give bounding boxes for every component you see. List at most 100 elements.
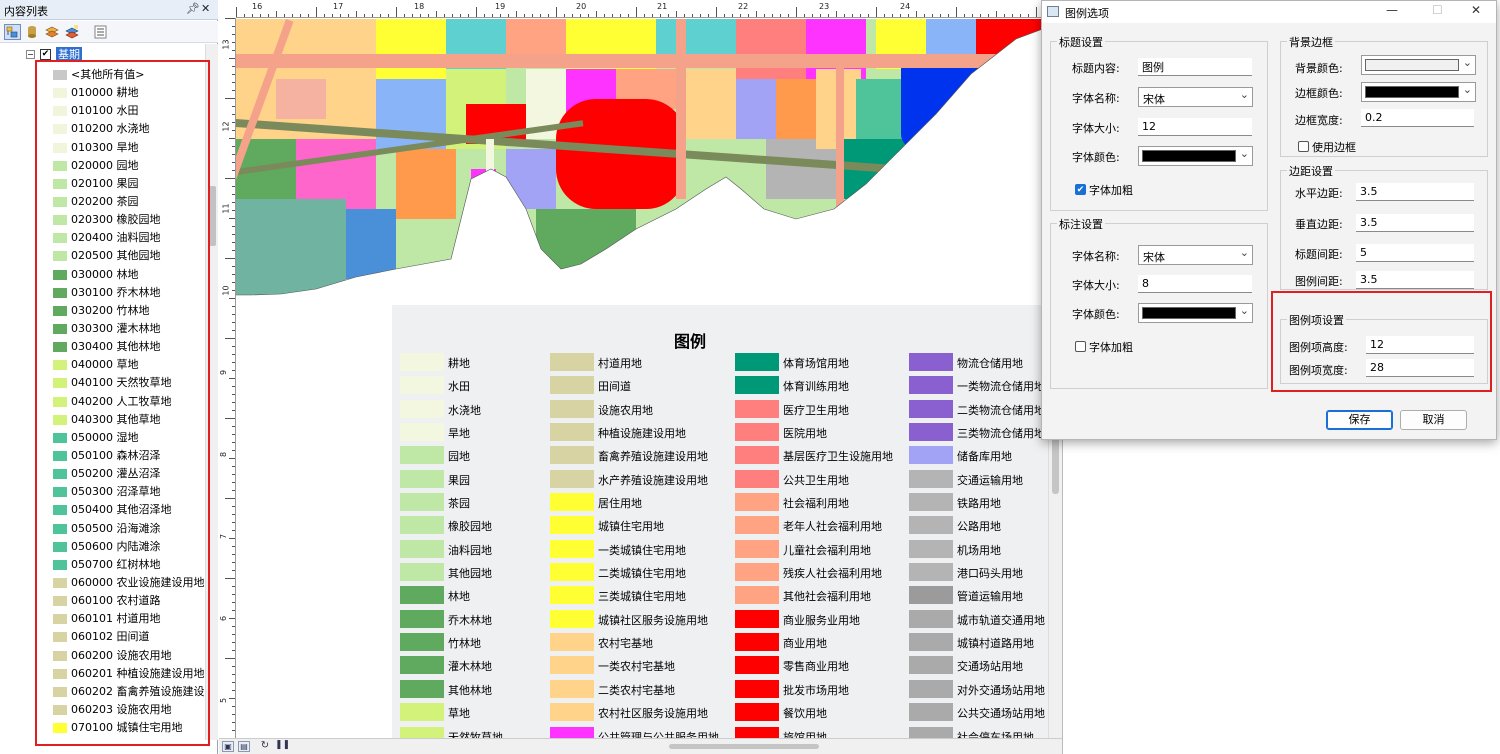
color-swatch[interactable] [53, 577, 67, 588]
title-font-name-select[interactable]: 宋体 ⌄ [1138, 87, 1253, 107]
legend-class-item[interactable]: 050200 灌丛沼泽 [52, 465, 204, 483]
layout-view-button[interactable]: ▤ [238, 741, 250, 752]
border-width-input[interactable] [1361, 109, 1474, 127]
pause-icon[interactable]: ❚❚ [275, 741, 290, 752]
item-width-input[interactable] [1366, 359, 1474, 377]
legend-class-item[interactable]: 060101 村道用地 [52, 610, 204, 628]
maximize-icon[interactable]: ☐ [1432, 3, 1443, 17]
use-border-checkbox[interactable] [1298, 141, 1309, 152]
legend-class-item[interactable]: 050400 其他沼泽地 [52, 501, 204, 519]
pin-icon[interactable]: 📌︎ [186, 2, 200, 15]
color-swatch[interactable] [53, 160, 67, 171]
label-bold-checkbox[interactable] [1075, 341, 1086, 352]
color-swatch[interactable] [53, 541, 67, 552]
close-icon[interactable]: ✕ [1471, 3, 1481, 17]
color-swatch[interactable] [53, 342, 67, 353]
legend-class-item[interactable]: 030400 其他林地 [52, 338, 204, 356]
legend-class-item[interactable]: 030100 乔木林地 [52, 284, 204, 302]
color-swatch[interactable] [53, 396, 67, 407]
v-margin-input[interactable] [1356, 214, 1474, 232]
color-swatch[interactable] [53, 650, 67, 661]
border-color-picker[interactable]: ⌄ [1361, 82, 1476, 102]
color-swatch[interactable] [53, 178, 67, 189]
item-height-input[interactable] [1366, 336, 1474, 354]
minimize-icon[interactable]: — [1386, 3, 1398, 17]
legend-class-item[interactable]: 020400 油料园地 [52, 229, 204, 247]
toc-scrollbar[interactable] [205, 44, 218, 740]
legend-class-item[interactable]: 020300 橡胶园地 [52, 211, 204, 229]
legend-class-item[interactable]: 040100 天然牧草地 [52, 374, 204, 392]
legend-class-item[interactable]: 060200 设施农用地 [52, 647, 204, 665]
list-by-visibility-button[interactable] [44, 24, 61, 40]
legend-class-item[interactable]: 060202 畜禽养殖设施建设 [52, 683, 205, 701]
legend-class-item[interactable]: 040200 人工牧草地 [52, 393, 204, 411]
color-swatch[interactable] [53, 686, 67, 697]
legend-class-item[interactable]: 060100 农村道路 [52, 592, 204, 610]
layer-name[interactable]: 基期 [56, 47, 82, 62]
color-swatch[interactable] [53, 305, 67, 316]
color-swatch[interactable] [53, 723, 67, 734]
toc-scroll-thumb[interactable] [208, 186, 216, 246]
legend-class-item[interactable]: 060203 设施农用地 [52, 701, 204, 719]
title-font-color-picker[interactable]: ⌄ [1138, 146, 1253, 166]
color-swatch[interactable] [53, 269, 67, 280]
legend-class-item[interactable]: 020200 茶园 [52, 193, 204, 211]
color-swatch[interactable] [53, 487, 67, 498]
legend-class-item[interactable]: 050300 沼泽草地 [52, 483, 204, 501]
legend-class-item[interactable]: 040300 其他草地 [52, 411, 204, 429]
color-swatch[interactable] [53, 323, 67, 334]
title-font-size-input[interactable] [1138, 118, 1252, 136]
color-swatch[interactable] [53, 124, 67, 135]
legend-class-item[interactable]: 050500 沿海滩涂 [52, 520, 204, 538]
color-swatch[interactable] [53, 88, 67, 99]
legend-class-item[interactable]: 020100 果园 [52, 175, 204, 193]
legend-class-item[interactable]: 060201 种植设施建设用地 [52, 665, 205, 683]
label-font-size-input[interactable] [1138, 275, 1252, 293]
color-swatch[interactable] [53, 668, 67, 679]
map-legend[interactable]: 图例 耕地 水田 水浇地 旱地 园地 果园 茶园 橡胶园地 油料园地 其他园地 林地 乔木林地 竹林地灌… [392, 305, 1048, 738]
legend-class-item[interactable]: 020000 园地 [52, 157, 204, 175]
collapse-icon[interactable]: − [26, 50, 35, 59]
color-swatch[interactable] [53, 450, 67, 461]
color-swatch[interactable] [53, 559, 67, 570]
legend-class-item[interactable]: 010100 水田 [52, 102, 204, 120]
legend-class-item[interactable]: 030300 灌木林地 [52, 320, 204, 338]
list-by-drawing-order-button[interactable] [4, 24, 21, 40]
legend-class-item[interactable]: 050100 森林沼泽 [52, 447, 204, 465]
legend-class-item[interactable]: 070100 城镇住宅用地 [52, 719, 204, 737]
legend-class-item[interactable]: 060102 田间道 [52, 628, 204, 646]
legend-class-item[interactable]: 030200 竹林地 [52, 302, 204, 320]
title-bold-checkbox[interactable]: ✔ [1075, 184, 1086, 195]
color-swatch[interactable] [53, 704, 67, 715]
data-view-button[interactable]: ▣ [222, 741, 234, 752]
color-swatch[interactable] [53, 233, 67, 244]
color-swatch[interactable] [53, 632, 67, 643]
title-gap-input[interactable] [1356, 244, 1474, 262]
legend-class-item[interactable]: 050000 湿地 [52, 429, 204, 447]
color-swatch[interactable] [53, 596, 67, 607]
color-swatch[interactable] [53, 106, 67, 117]
legend-class-item[interactable]: 010000 耕地 [52, 84, 204, 102]
legend-class-item[interactable]: 030000 林地 [52, 266, 204, 284]
close-icon[interactable]: ✕ [201, 2, 210, 15]
color-swatch[interactable] [53, 287, 67, 298]
color-swatch[interactable] [53, 215, 67, 226]
item-gap-input[interactable] [1356, 271, 1474, 289]
label-font-name-select[interactable]: 宋体 ⌄ [1138, 245, 1253, 265]
legend-class-item[interactable]: 010300 旱地 [52, 139, 204, 157]
legend-class-item[interactable]: 050700 红树林地 [52, 556, 204, 574]
color-swatch[interactable] [53, 70, 67, 80]
color-swatch[interactable] [53, 196, 67, 207]
save-button[interactable]: 保存 [1326, 410, 1393, 430]
legend-class-item[interactable]: 050600 内陆滩涂 [52, 538, 204, 556]
color-swatch[interactable] [53, 142, 67, 153]
legend-class-item[interactable]: <其他所有值> [52, 66, 204, 84]
color-swatch[interactable] [53, 414, 67, 425]
color-swatch[interactable] [53, 614, 67, 625]
color-swatch[interactable] [53, 432, 67, 443]
color-swatch[interactable] [53, 523, 67, 534]
land-use-map[interactable] [236, 19, 1048, 319]
legend-class-item[interactable]: 010200 水浇地 [52, 120, 204, 138]
color-swatch[interactable] [53, 469, 67, 480]
color-swatch[interactable] [53, 251, 67, 262]
